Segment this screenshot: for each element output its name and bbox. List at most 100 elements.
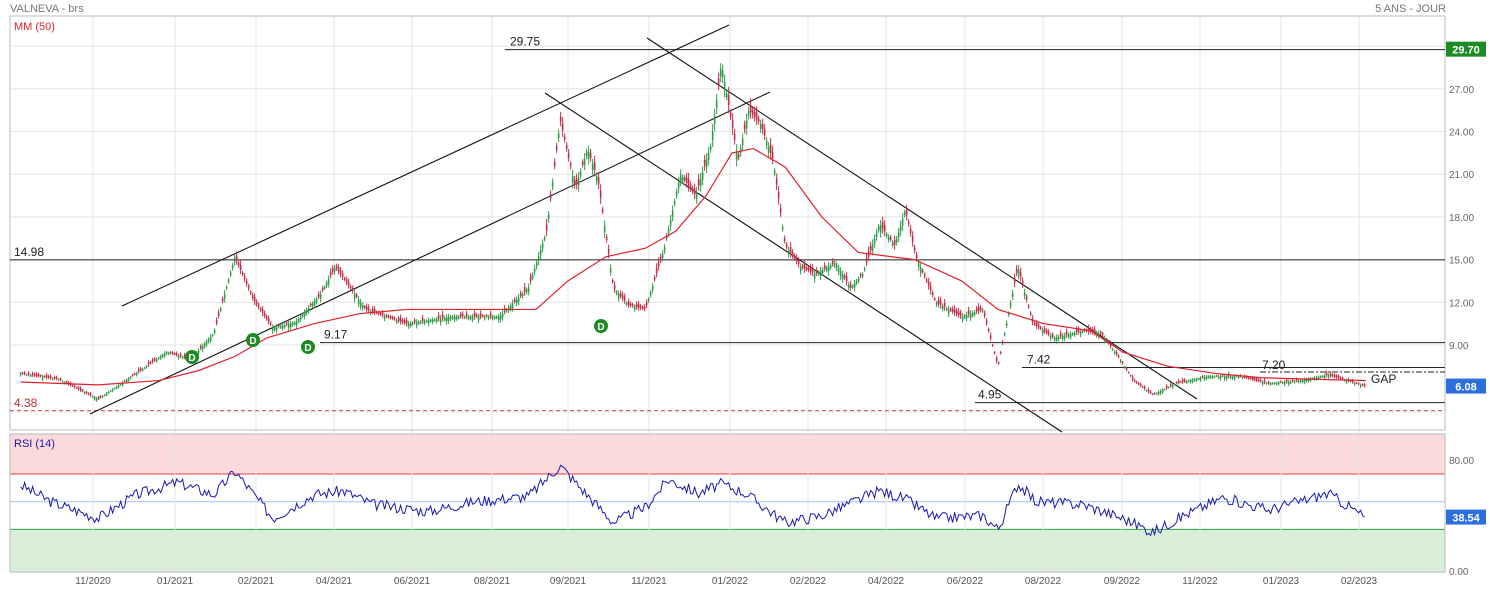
candle-body [645,302,648,306]
candle-body [683,177,686,181]
candle-body [783,237,786,241]
x-tick-label: 11/2022 [1182,576,1218,587]
candle-body [1179,381,1182,383]
candle-body [971,312,974,316]
candle-body [277,324,280,327]
candle-body [1039,327,1042,329]
candle-body [631,304,634,307]
candle-body [1005,323,1008,326]
candle-body [1283,382,1286,385]
candle-body [539,249,542,256]
candle-body [569,163,572,167]
candle-body [389,316,392,319]
candle-body [109,390,112,392]
candle-body [607,248,610,255]
candle-body [239,264,242,271]
candle-body [403,320,406,323]
candle-body [1019,272,1022,278]
candle-body [1163,389,1166,391]
candle-body [831,260,834,265]
candle-body [197,350,200,354]
x-tick-label: 02/2022 [790,576,827,587]
candle-body [1177,380,1180,383]
candle-body [615,291,618,294]
candle-body [153,358,156,361]
candle-body [275,327,278,331]
candle-body [829,265,832,268]
candle-body [347,281,350,286]
candle-body [1301,380,1304,382]
candle-body [811,267,814,273]
candle-body [849,284,852,289]
candle-body [231,265,234,269]
candle-body [45,374,48,378]
candle-body [987,329,990,331]
candle-body [1339,377,1342,379]
candle-body [1115,351,1118,355]
candle-body [743,124,746,130]
candle-body [819,270,822,276]
candle-body [1149,391,1152,394]
candle-body [1159,391,1162,394]
candle-body [105,393,108,396]
candle-body [711,131,714,141]
candle-body [847,284,850,288]
level-label: 9.17 [324,328,348,342]
candle-body [1211,376,1214,378]
candle-body [1029,312,1032,315]
candle-body [299,316,302,320]
candle-body [929,285,932,291]
candle-body [457,316,460,319]
candle-body [965,314,968,319]
candle-body [695,192,698,199]
candle-body [953,308,956,313]
candle-body [873,238,876,244]
candle-body [583,158,586,165]
candle-body [421,317,424,322]
rsi-value-badge-text: 38.54 [1452,513,1480,525]
candle-body [371,308,374,312]
candle-body [37,374,40,377]
candle-body [131,374,134,376]
candle-body [497,316,500,320]
candle-body [151,359,154,362]
candle-body [365,306,368,310]
candle-body [1333,374,1336,377]
candle-body [157,357,160,359]
gap-label: GAP [1371,372,1396,386]
candle-body [229,272,232,276]
candle-body [817,272,820,275]
candle-body [807,268,810,271]
candle-body [269,322,272,325]
candle-body [1057,336,1060,340]
candle-body [789,247,792,253]
candle-body [1173,384,1176,386]
candle-body [565,145,568,149]
candle-body [311,303,314,307]
candle-body [993,352,996,354]
candle-body [159,356,162,359]
candle-body [385,315,388,317]
candle-body [617,293,620,299]
candle-body [367,307,370,311]
candle-body [1143,386,1146,389]
candle-body [667,229,670,234]
candle-body [1157,392,1160,395]
candle-body [657,261,660,267]
candle-body [851,285,854,288]
candle-body [853,283,856,288]
candle-body [173,353,176,355]
candle-body [25,374,28,376]
candle-body [621,294,624,299]
candle-body [719,69,722,77]
candle-body [221,298,224,302]
candle-body [699,178,702,187]
candle-body [1357,383,1360,385]
rsi-line [20,464,1365,537]
low-level-label: 4.38 [14,396,38,410]
candle-body [99,395,102,398]
candle-body [997,362,1000,364]
candle-body [1161,390,1164,393]
candle-body [115,386,118,389]
candle-body [905,209,908,216]
